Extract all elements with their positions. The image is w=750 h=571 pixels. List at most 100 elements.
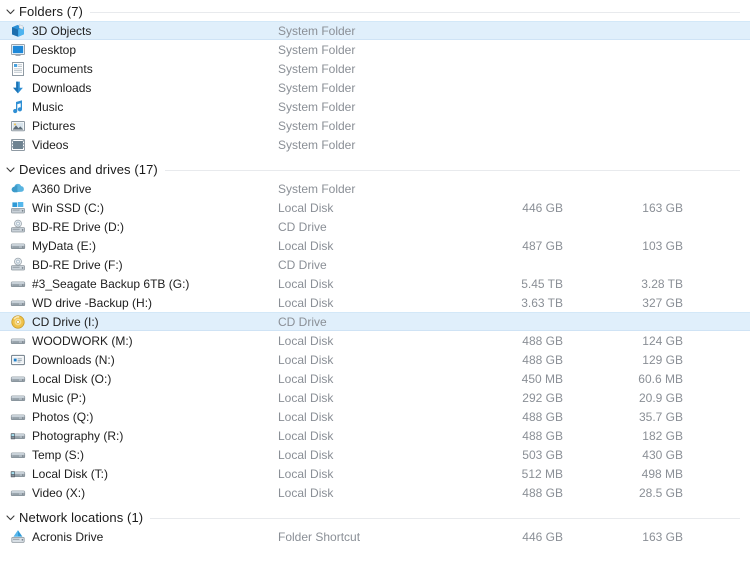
list-item[interactable]: Photography (R:) Local Disk 488 GB 182 GB — [0, 426, 750, 445]
hard-drive-icon — [10, 390, 26, 406]
item-name: Local Disk (O:) — [32, 371, 112, 386]
group-header-network-locations[interactable]: Network locations (1) — [0, 508, 750, 527]
list-item[interactable]: Temp (S:) Local Disk 503 GB 430 GB — [0, 445, 750, 464]
chevron-down-icon[interactable] — [4, 163, 17, 176]
item-name-cell[interactable]: Local Disk (T:) — [0, 466, 278, 482]
item-free-space: 182 GB — [642, 428, 683, 443]
list-item[interactable]: WD drive -Backup (H:) Local Disk 3.63 TB 32… — [0, 293, 750, 312]
item-name-cell[interactable]: #3_Seagate Backup 6TB (G:) — [0, 276, 278, 292]
item-type: CD Drive — [278, 219, 327, 234]
chevron-down-icon[interactable] — [4, 511, 17, 524]
item-name-cell[interactable]: A360 Drive — [0, 181, 278, 197]
item-name-cell[interactable]: Video (X:) — [0, 485, 278, 501]
list-item[interactable]: Pictures System Folder — [0, 116, 750, 135]
item-name-cell[interactable]: Downloads (N:) — [0, 352, 278, 368]
list-item[interactable]: Music System Folder — [0, 97, 750, 116]
list-item[interactable]: Downloads System Folder — [0, 78, 750, 97]
list-item[interactable]: #3_Seagate Backup 6TB (G:) Local Disk 5.45… — [0, 274, 750, 293]
item-total-size: 5.45 TB — [521, 276, 563, 291]
group-header-devices-and-drives[interactable]: Devices and drives (17) — [0, 160, 750, 179]
item-name: A360 Drive — [32, 181, 92, 196]
list-item[interactable]: Win SSD (C:) Local Disk 446 GB 163 GB — [0, 198, 750, 217]
item-name-cell[interactable]: Photos (Q:) — [0, 409, 278, 425]
item-name: 3D Objects — [32, 23, 92, 38]
item-type: Local Disk — [278, 371, 334, 386]
item-free-space: 28.5 GB — [638, 485, 683, 500]
network-drive-icon — [10, 428, 26, 444]
item-name-cell[interactable]: BD-RE Drive (F:) — [0, 257, 278, 273]
list-item[interactable]: MyData (E:) Local Disk 487 GB 103 GB — [0, 236, 750, 255]
chevron-down-icon[interactable] — [4, 5, 17, 18]
list-item[interactable]: BD-RE Drive (D:) CD Drive — [0, 217, 750, 236]
item-total-size: 446 GB — [522, 529, 563, 544]
group-header-folders[interactable]: Folders (7) — [0, 2, 750, 21]
item-free-space: 129 GB — [642, 352, 683, 367]
item-type: Local Disk — [278, 276, 334, 291]
item-name-cell[interactable]: Photography (R:) — [0, 428, 278, 444]
item-name-cell[interactable]: Downloads — [0, 80, 278, 96]
list-item[interactable]: 3D Objects System Folder — [0, 21, 750, 40]
item-name-cell[interactable]: Acronis Drive — [0, 529, 278, 545]
item-type: Local Disk — [278, 390, 334, 405]
item-name: Photos (Q:) — [32, 409, 94, 424]
list-item[interactable]: BD-RE Drive (F:) CD Drive — [0, 255, 750, 274]
item-name-cell[interactable]: 3D Objects — [0, 23, 278, 39]
list-item[interactable]: Documents System Folder — [0, 59, 750, 78]
acronis-drive-icon — [10, 529, 26, 545]
item-type: System Folder — [278, 61, 356, 76]
item-name-cell[interactable]: Documents — [0, 61, 278, 77]
list-item[interactable]: Acronis Drive Folder Shortcut 446 GB 163 GB — [0, 527, 750, 546]
item-name-cell[interactable]: WOODWORK (M:) — [0, 333, 278, 349]
item-name-cell[interactable]: Music (P:) — [0, 390, 278, 406]
item-free-space: 103 GB — [642, 238, 683, 253]
item-name-cell[interactable]: WD drive -Backup (H:) — [0, 295, 278, 311]
list-item[interactable]: WOODWORK (M:) Local Disk 488 GB 124 GB — [0, 331, 750, 350]
desktop-icon — [10, 42, 26, 58]
optical-drive-icon — [10, 257, 26, 273]
item-name: Win SSD (C:) — [32, 200, 104, 215]
network-drive-icon — [10, 466, 26, 482]
item-type: CD Drive — [278, 257, 327, 272]
list-item[interactable]: Video (X:) Local Disk 488 GB 28.5 GB — [0, 483, 750, 502]
videos-icon — [10, 137, 26, 153]
item-name-cell[interactable]: Temp (S:) — [0, 447, 278, 463]
item-total-size: 488 GB — [522, 333, 563, 348]
list-item[interactable]: A360 Drive System Folder — [0, 179, 750, 198]
list-item[interactable]: Videos System Folder — [0, 135, 750, 154]
item-type: System Folder — [278, 42, 356, 57]
item-name-cell[interactable]: Pictures — [0, 118, 278, 134]
item-name-cell[interactable]: Music — [0, 99, 278, 115]
list-item[interactable]: Downloads (N:) Local Disk 488 GB 129 GB — [0, 350, 750, 369]
list-item[interactable]: Desktop System Folder — [0, 40, 750, 59]
item-name: MyData (E:) — [32, 238, 97, 253]
item-free-space: 20.9 GB — [638, 390, 683, 405]
item-name-cell[interactable]: Desktop — [0, 42, 278, 58]
list-item[interactable]: Music (P:) Local Disk 292 GB 20.9 GB — [0, 388, 750, 407]
item-name-cell[interactable]: Videos — [0, 137, 278, 153]
item-name-cell[interactable]: MyData (E:) — [0, 238, 278, 254]
list-item[interactable]: Local Disk (O:) Local Disk 450 MB 60.6 MB — [0, 369, 750, 388]
item-type: System Folder — [278, 23, 356, 38]
item-free-space: 327 GB — [642, 295, 683, 310]
list-item[interactable]: Photos (Q:) Local Disk 488 GB 35.7 GB — [0, 407, 750, 426]
item-type: Local Disk — [278, 428, 334, 443]
item-type: System Folder — [278, 99, 356, 114]
item-free-space: 60.6 MB — [638, 371, 683, 386]
list-item[interactable]: Local Disk (T:) Local Disk 512 MB 498 MB — [0, 464, 750, 483]
hard-drive-icon — [10, 333, 26, 349]
this-pc-file-list[interactable]: Folders (7) 3D Objects System Folder Deskto… — [0, 0, 750, 571]
item-free-space: 3.28 TB — [641, 276, 683, 291]
item-name-cell[interactable]: Local Disk (O:) — [0, 371, 278, 387]
item-name-cell[interactable]: BD-RE Drive (D:) — [0, 219, 278, 235]
item-type: Local Disk — [278, 447, 334, 462]
list-item[interactable]: CD Drive (I:) CD Drive — [0, 312, 750, 331]
hard-drive-icon — [10, 447, 26, 463]
item-total-size: 292 GB — [522, 390, 563, 405]
item-type: System Folder — [278, 118, 356, 133]
item-name: Acronis Drive — [32, 529, 104, 544]
item-name: BD-RE Drive (F:) — [32, 257, 123, 272]
item-name-cell[interactable]: Win SSD (C:) — [0, 200, 278, 216]
item-name-cell[interactable]: CD Drive (I:) — [0, 314, 278, 330]
item-name: Documents — [32, 61, 93, 76]
group-title: Network locations (1) — [19, 510, 144, 525]
